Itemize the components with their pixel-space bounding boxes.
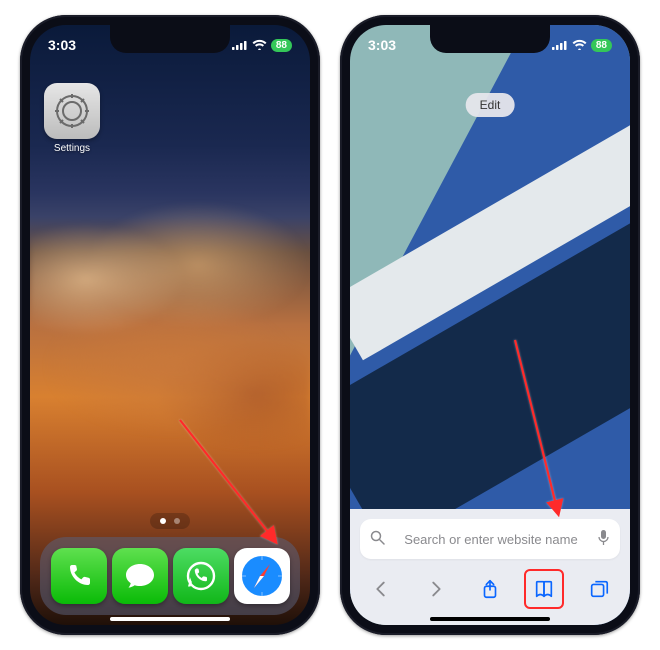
home-screen: 3:03 88 Settings	[30, 25, 310, 625]
battery-pill: 88	[271, 39, 292, 52]
search-icon	[370, 530, 385, 548]
forward-button[interactable]	[416, 569, 456, 609]
safari-screen: 3:03 88 Edit Search or enter website nam…	[350, 25, 630, 625]
settings-icon	[44, 83, 100, 139]
safari-app[interactable]	[234, 548, 290, 604]
status-right: 88	[232, 37, 292, 53]
status-right: 88	[552, 37, 612, 53]
safari-toolbar	[350, 559, 630, 625]
wifi-icon	[572, 37, 587, 53]
whatsapp-app[interactable]	[173, 548, 229, 604]
phone-app[interactable]	[51, 548, 107, 604]
iphone-safari: 3:03 88 Edit Search or enter website nam…	[340, 15, 640, 635]
tabs-button[interactable]	[579, 569, 619, 609]
page-dot	[174, 518, 180, 524]
dock	[40, 537, 300, 615]
url-bar[interactable]: Search or enter website name	[360, 519, 620, 559]
app-grid: Settings	[44, 83, 100, 154]
cellular-icon	[552, 37, 568, 53]
bookmarks-button[interactable]	[524, 569, 564, 609]
notch	[430, 25, 550, 53]
settings-label: Settings	[44, 143, 100, 154]
page-indicator[interactable]	[150, 513, 190, 529]
home-indicator[interactable]	[110, 617, 230, 621]
messages-app[interactable]	[112, 548, 168, 604]
status-time: 3:03	[368, 37, 396, 53]
edit-button[interactable]: Edit	[466, 93, 515, 117]
notch	[110, 25, 230, 53]
share-button[interactable]	[470, 569, 510, 609]
wallpaper-clouds	[30, 193, 310, 481]
status-time: 3:03	[48, 37, 76, 53]
home-indicator[interactable]	[430, 617, 550, 621]
wallpaper-stripe	[350, 221, 630, 550]
mic-icon[interactable]	[597, 529, 610, 549]
back-button[interactable]	[361, 569, 401, 609]
page-dot-active	[160, 518, 166, 524]
settings-app[interactable]: Settings	[44, 83, 100, 154]
url-placeholder: Search or enter website name	[385, 532, 597, 547]
cellular-icon	[232, 37, 248, 53]
safari-bottom-bar: Search or enter website name	[350, 509, 630, 625]
iphone-home: 3:03 88 Settings	[20, 15, 320, 635]
battery-pill: 88	[591, 39, 612, 52]
wifi-icon	[252, 37, 267, 53]
